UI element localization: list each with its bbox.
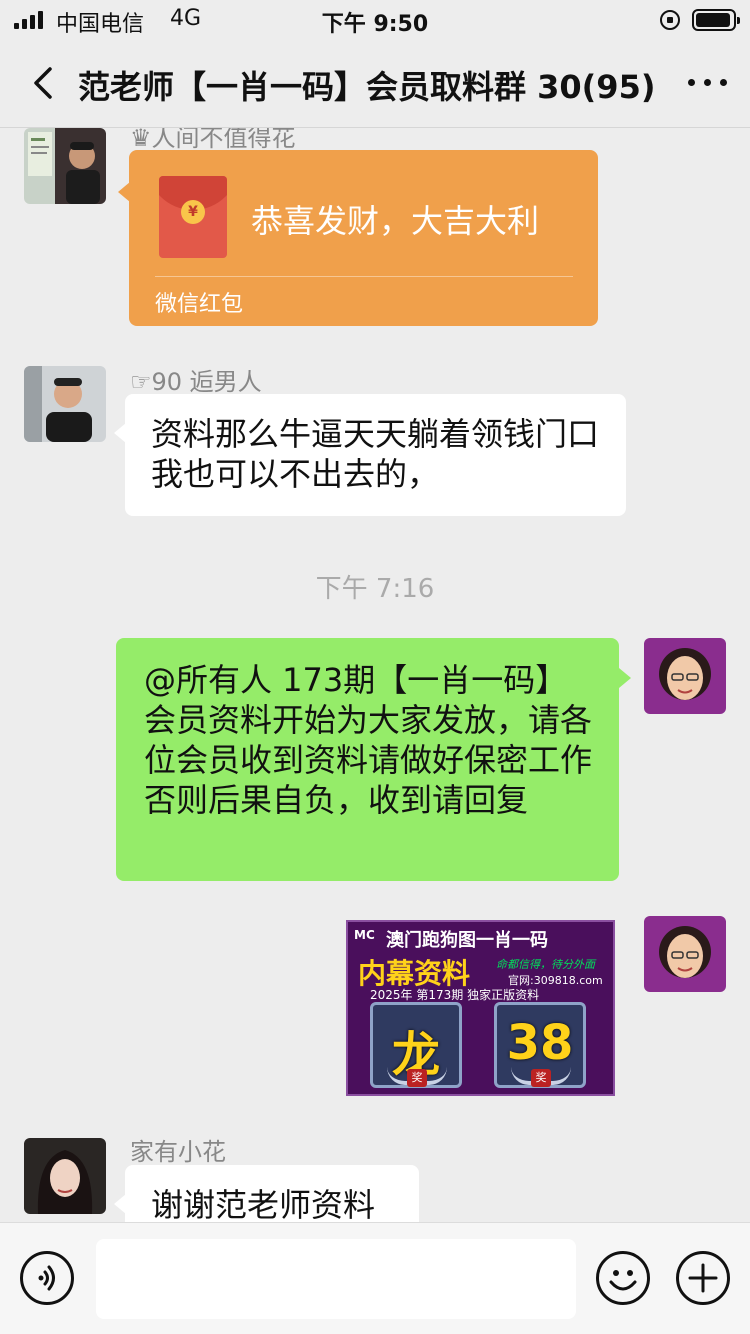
status-time: 下午 9:50 — [321, 12, 429, 37]
zodiac-badge: 龙 奖 — [370, 1002, 462, 1088]
status-bar: 中国电信 4G 下午 9:50 — [0, 0, 750, 40]
red-packet-message[interactable]: ¥ 恭喜发财，大吉大利 微信红包 — [118, 150, 598, 326]
badge-label: 奖 — [531, 1069, 551, 1087]
image-message[interactable]: MC 澳门跑狗图一肖一码 内幕资料 命都信得，待分外面 官网:309818.co… — [346, 920, 615, 1096]
message-bubble[interactable]: 谢谢范老师资料 — [125, 1165, 419, 1222]
avatar[interactable] — [24, 1138, 106, 1214]
promo-title: 澳门跑狗图一肖一码 — [386, 930, 548, 951]
red-packet-wish: 恭喜发财，大吉大利 — [251, 202, 540, 240]
promo-slogan: 命都信得，待分外面 — [496, 958, 595, 971]
timestamp: 下午 7:16 — [315, 574, 435, 604]
promo-issue: 2025年 第173期 独家正版资料 — [370, 988, 540, 1002]
coin-icon: ¥ — [181, 200, 205, 224]
message-bubble[interactable]: 资料那么牛逼天天躺着领钱门口我也可以不出去的， — [125, 394, 626, 516]
plus-icon[interactable] — [676, 1251, 730, 1305]
number-badge: 38 奖 — [494, 1002, 586, 1088]
sender-name: ☞90 逅男人 — [130, 368, 262, 396]
message-text: @所有人 173期【一肖一码】会员资料开始为大家发放，请各位会员收到资料请做好保… — [144, 661, 593, 819]
chat-header: 范老师【一肖一码】会员取料群 30(95) — [0, 40, 750, 128]
battery-icon — [692, 9, 740, 31]
message-bubble-self[interactable]: @所有人 173期【一肖一码】会员资料开始为大家发放，请各位会员收到资料请做好保… — [116, 638, 619, 881]
sender-name: 家有小花 — [130, 1138, 226, 1166]
self-avatar[interactable] — [644, 916, 726, 992]
input-bar — [0, 1222, 750, 1334]
promo-logo: MC — [354, 928, 375, 942]
rotation-lock-icon — [660, 10, 680, 30]
message-text: 资料那么牛逼天天躺着领钱门口我也可以不出去的， — [151, 415, 600, 493]
message-list[interactable]: ♛人间不值得花 ¥ 恭喜发财，大吉大利 微信红包 ☞90 逅男人 资料那么牛逼天… — [0, 128, 750, 1222]
red-packet-icon: ¥ — [159, 176, 227, 258]
self-avatar[interactable] — [644, 638, 726, 714]
emoji-icon[interactable] — [596, 1251, 650, 1305]
avatar[interactable] — [24, 366, 106, 442]
back-chevron-icon[interactable] — [28, 66, 58, 100]
chat-title: 范老师【一肖一码】会员取料群 30(95) — [78, 68, 656, 106]
badge-label: 奖 — [407, 1069, 427, 1087]
avatar[interactable] — [24, 128, 106, 204]
red-packet-label: 微信红包 — [155, 292, 244, 317]
number-value: 38 — [506, 1015, 574, 1071]
more-dots-icon[interactable] — [686, 70, 730, 94]
message-input[interactable] — [96, 1239, 576, 1319]
voice-icon[interactable] — [20, 1251, 74, 1305]
message-text: 谢谢范老师资料 — [151, 1186, 376, 1222]
